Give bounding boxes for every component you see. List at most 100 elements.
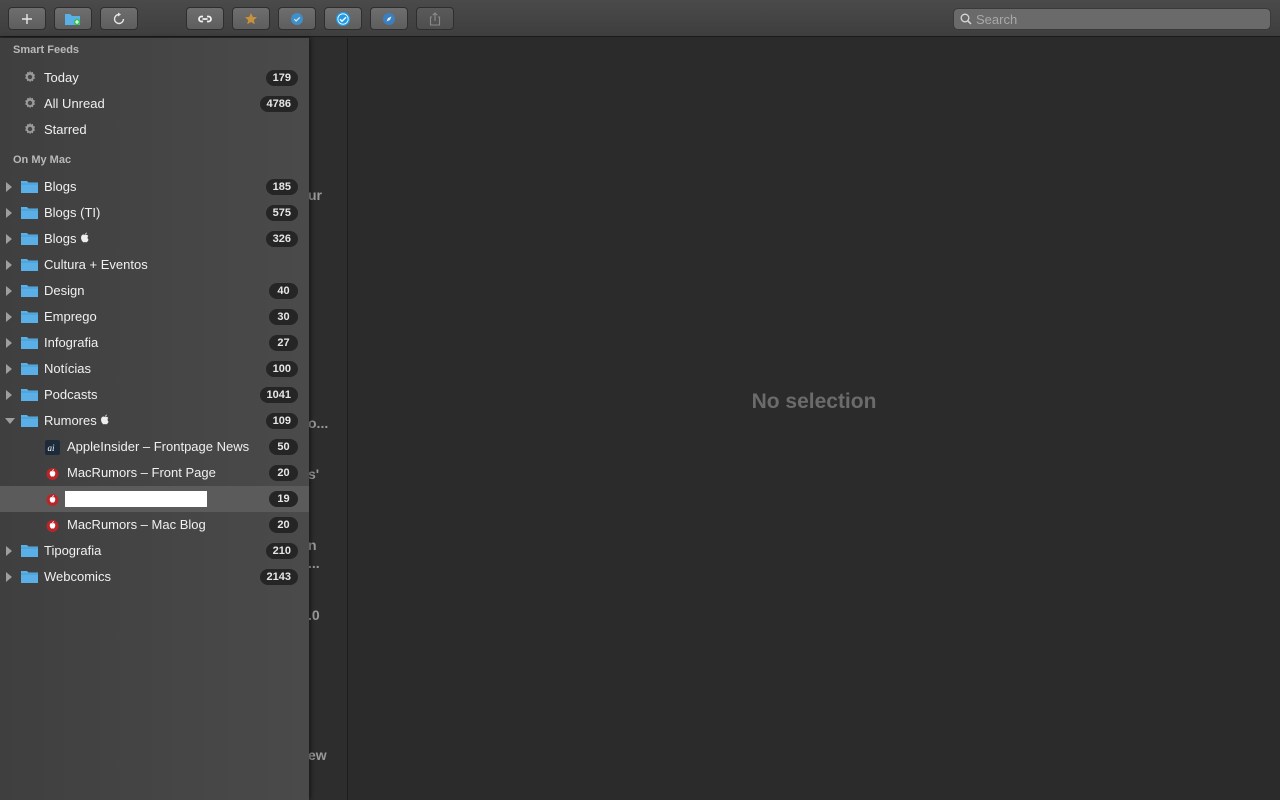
- unread-count-badge: 100: [265, 361, 298, 377]
- article-title-fragment: n: [308, 537, 317, 553]
- article-title-fragment: ur: [308, 187, 322, 203]
- no-selection-label: No selection: [751, 390, 877, 413]
- folder-label: Emprego: [44, 309, 97, 324]
- svg-text:ai: ai: [48, 443, 56, 453]
- apple-logo-icon: [100, 414, 109, 425]
- folder-rumores[interactable]: Rumores 109: [0, 408, 309, 434]
- folder-label: Podcasts: [44, 387, 98, 402]
- folder-icon: [21, 415, 38, 427]
- feed-rename-input[interactable]: [65, 491, 207, 507]
- compass-icon: [383, 12, 395, 25]
- disclosure-triangle[interactable]: [6, 312, 12, 322]
- folder-label: Design: [44, 283, 85, 298]
- folder-podcasts[interactable]: Podcasts 1041: [0, 382, 309, 408]
- folder-blogs[interactable]: Blogs 185: [0, 174, 309, 200]
- folder-blogs-apple[interactable]: Blogs 326: [0, 226, 309, 252]
- folder-blogs-ti[interactable]: Blogs (TI) 575: [0, 200, 309, 226]
- feed-macrumors-mac-blog[interactable]: MacRumors – Mac Blog 20: [0, 512, 309, 538]
- smart-feed-label: Today: [44, 70, 79, 85]
- disclosure-triangle[interactable]: [6, 546, 12, 556]
- folder-cultura-eventos[interactable]: Cultura + Eventos: [0, 252, 309, 278]
- disclosure-triangle[interactable]: [6, 286, 12, 296]
- smart-feed-label: Starred: [44, 122, 87, 137]
- smart-feed-today[interactable]: Today 179: [0, 65, 309, 91]
- feed-appleinsider[interactable]: ai AppleInsider – Frontpage News 50: [0, 434, 309, 460]
- search-field[interactable]: [953, 8, 1271, 30]
- macrumors-icon: [46, 494, 59, 506]
- disclosure-triangle[interactable]: [6, 182, 12, 192]
- folder-label: Rumores: [44, 413, 97, 428]
- gear-icon: [25, 122, 36, 135]
- folder-icon: [21, 363, 38, 375]
- gear-icon: [25, 70, 36, 83]
- article-title-fragment: ...: [308, 555, 320, 571]
- unread-count-badge: 50: [269, 439, 298, 455]
- folder-label: Cultura + Eventos: [44, 257, 148, 272]
- feed-macrumors-editing[interactable]: 19: [0, 486, 309, 512]
- unread-count-badge: 179: [265, 70, 298, 86]
- check-circle-filled-icon: [336, 11, 350, 26]
- unread-count-badge: 575: [265, 205, 298, 221]
- smart-feed-starred[interactable]: Starred: [0, 117, 309, 143]
- smart-feeds-header: Smart Feeds: [13, 44, 80, 56]
- folder-webcomics[interactable]: Webcomics 2143: [0, 564, 309, 590]
- smart-feed-all-unread[interactable]: All Unread 4786: [0, 91, 309, 117]
- unread-count-badge: 30: [269, 309, 298, 325]
- folder-label-wrap: Blogs: [44, 231, 90, 246]
- new-folder-button[interactable]: [54, 7, 92, 30]
- folder-icon: [21, 389, 38, 401]
- disclosure-triangle[interactable]: [6, 572, 12, 582]
- search-icon: [960, 13, 972, 25]
- search-input[interactable]: [976, 10, 1266, 28]
- folder-icon: [21, 285, 38, 297]
- unread-count-badge: 40: [269, 283, 298, 299]
- article-title-fragment: o...: [308, 415, 329, 431]
- star-button[interactable]: [232, 7, 270, 30]
- share-button[interactable]: [416, 7, 454, 30]
- disclosure-triangle[interactable]: [6, 338, 12, 348]
- unread-count-badge: 326: [265, 231, 298, 247]
- gear-icon: [25, 96, 36, 109]
- feed-label: MacRumors – Mac Blog: [67, 517, 206, 532]
- add-button[interactable]: [8, 7, 46, 30]
- folder-label: Notícias: [44, 361, 91, 376]
- folder-infografia[interactable]: Infografia 27: [0, 330, 309, 356]
- star-icon: [245, 12, 257, 24]
- folder-emprego[interactable]: Emprego 30: [0, 304, 309, 330]
- folder-label: Blogs (TI): [44, 205, 101, 220]
- disclosure-triangle[interactable]: [6, 390, 12, 400]
- refresh-button[interactable]: [100, 7, 138, 30]
- folder-icon: [21, 207, 38, 219]
- article-detail: No selection: [348, 38, 1280, 800]
- unread-count-badge: 20: [269, 517, 298, 533]
- mark-all-read-button[interactable]: [324, 7, 362, 30]
- feed-label: AppleInsider – Frontpage News: [67, 439, 250, 454]
- folder-icon: [21, 545, 38, 557]
- feed-macrumors-front-page[interactable]: MacRumors – Front Page 20: [0, 460, 309, 486]
- unread-count-badge: 109: [265, 413, 298, 429]
- appleinsider-icon: ai: [45, 440, 60, 455]
- folder-icon: [21, 233, 38, 245]
- disclosure-triangle[interactable]: [5, 418, 15, 424]
- disclosure-triangle[interactable]: [6, 364, 12, 374]
- folder-design[interactable]: Design 40: [0, 278, 309, 304]
- unread-count-badge: 4786: [259, 96, 298, 112]
- disclosure-triangle[interactable]: [6, 234, 12, 244]
- unread-count-badge: 210: [265, 543, 298, 559]
- safari-button[interactable]: [370, 7, 408, 30]
- folder-tipografia[interactable]: Tipografia 210: [0, 538, 309, 564]
- folder-label: Infografia: [44, 335, 99, 350]
- apple-logo-icon: [80, 232, 89, 243]
- disclosure-triangle[interactable]: [6, 260, 12, 270]
- unread-count-badge: 20: [269, 465, 298, 481]
- unread-count-badge: 185: [265, 179, 298, 195]
- article-title-fragment: .0: [308, 607, 320, 623]
- disclosure-triangle[interactable]: [6, 208, 12, 218]
- folder-noticias[interactable]: Notícias 100: [0, 356, 309, 382]
- mark-read-button[interactable]: [278, 7, 316, 30]
- link-button[interactable]: [186, 7, 224, 30]
- check-circle-icon: [291, 12, 303, 25]
- macrumors-icon: [46, 468, 59, 480]
- on-my-mac-header: On My Mac: [13, 154, 72, 166]
- plus-icon: [22, 13, 32, 24]
